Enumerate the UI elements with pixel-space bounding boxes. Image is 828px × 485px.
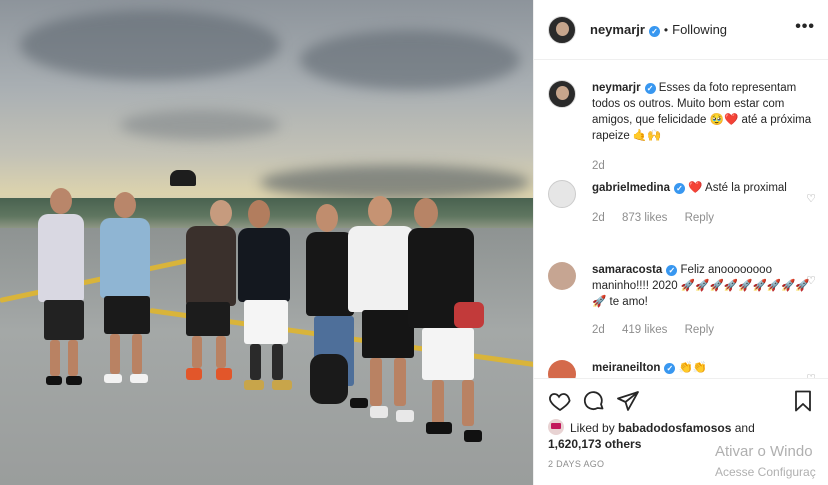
comment-likes[interactable]: 873 likes [622,212,667,224]
comment-like-icon[interactable]: ♡ [806,274,816,287]
share-icon[interactable] [616,389,640,413]
verified-icon: ✓ [664,363,676,374]
like-heart-icon[interactable] [548,389,572,413]
comments-list[interactable]: neymarjr ✓ Esses da foto representam todo… [534,60,828,378]
comment-text: ❤️ Asté la proximal [688,182,787,194]
windows-activation-watermark: Ativar o Windo Acesse Configuraç [715,443,816,479]
avatar[interactable] [548,262,576,290]
comment-username[interactable]: neymarjr ✓ [592,82,656,94]
liked-by-user[interactable]: babadodosfamosos [618,421,731,435]
post-date[interactable]: 2 DAYS AGO [548,459,604,469]
post-header: neymarjr ✓ • Following ••• [534,0,828,60]
verified-icon: ✓ [644,83,656,94]
comment-username[interactable]: gabrielmedina ✓ [592,182,685,194]
header-username[interactable]: neymarjr ✓ [590,22,660,37]
reply-button[interactable]: Reply [685,324,714,336]
verified-icon: ✓ [648,26,660,37]
instagram-post: neymarjr ✓ • Following ••• neymarjr ✓ Esse… [0,0,828,485]
comment-age[interactable]: 2d [592,160,605,172]
cloud [300,30,520,90]
comment-age[interactable]: 2d [592,212,605,224]
avatar[interactable] [548,360,576,378]
avatar[interactable] [548,15,576,44]
comment-likes[interactable]: 419 likes [622,324,667,336]
comment-icon[interactable] [582,389,606,413]
post-side-panel: neymarjr ✓ • Following ••• neymarjr ✓ Esse… [533,0,828,485]
liker-avatar [548,419,564,435]
comment-username[interactable]: meiraneilton ✓ [592,362,676,374]
caption: neymarjr ✓ Esses da foto representam todo… [548,80,816,174]
verified-icon: ✓ [673,183,685,194]
comment: meiraneilton✓ 👏👏 ♡ [548,360,816,378]
post-photo[interactable] [0,0,533,485]
comment: gabrielmedina ✓ ❤️ Asté la proximal 2d 87… [548,180,816,226]
avatar[interactable] [548,180,576,208]
comment-age[interactable]: 2d [592,324,605,336]
cloud [120,110,280,140]
cloud [260,165,530,200]
avatar[interactable] [548,80,576,108]
following-button[interactable]: Following [672,22,727,37]
more-options-icon[interactable]: ••• [795,18,815,36]
verified-icon: ✓ [666,265,678,276]
save-bookmark-icon[interactable] [791,389,815,413]
comment-like-icon[interactable]: ♡ [806,192,816,205]
likes-count[interactable]: 1,620,173 others [548,437,641,451]
reply-button[interactable]: Reply [685,212,714,224]
cloud [20,10,280,80]
separator-dot: • [663,22,669,37]
comment: samaracosta ✓ Feliz anoooooooo maninho!!!… [548,262,816,338]
comment-text: 👏👏 [678,362,708,374]
comment-username[interactable]: samaracosta ✓ [592,264,678,276]
